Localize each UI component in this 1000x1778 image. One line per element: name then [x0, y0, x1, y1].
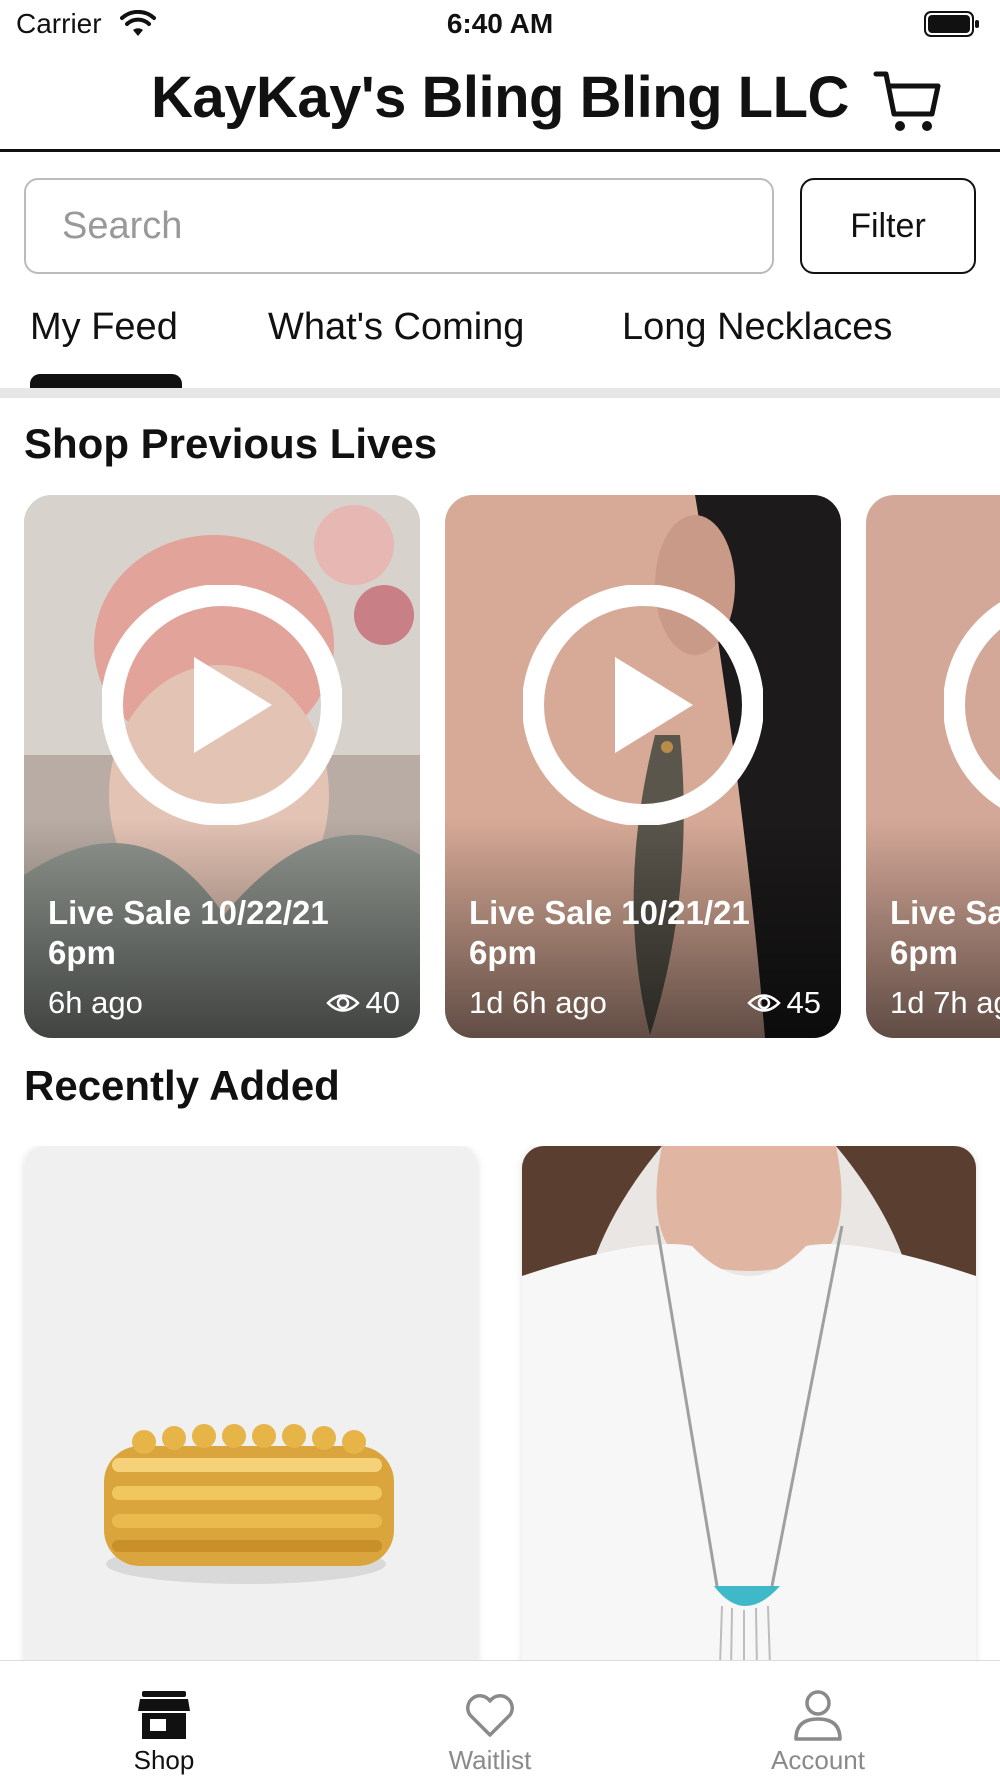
battery-icon	[924, 11, 979, 37]
live-views: 45	[746, 985, 821, 1021]
live-title: Live Sale 10/22/21 6pm	[48, 894, 329, 971]
live-card[interactable]: Live Sale 10/22/21 6pm 6h ago 40	[24, 495, 420, 1038]
status-time: 6:40 AM	[446, 8, 554, 39]
nav-label-shop: Shop	[133, 1745, 195, 1775]
play-icon[interactable]	[523, 585, 763, 825]
product-card[interactable]	[522, 1146, 976, 1660]
filter-button[interactable]: Filter	[800, 178, 976, 274]
nav-shop[interactable]: Shop	[64, 1661, 264, 1778]
cart-icon	[873, 71, 941, 131]
nav-waitlist[interactable]: Waitlist	[390, 1661, 590, 1778]
section-title-recent: Recently Added	[24, 1062, 340, 1109]
live-time-ago: 1d 7h ago	[890, 985, 1000, 1020]
product-card[interactable]	[24, 1146, 478, 1660]
section-title-lives: Shop Previous Lives	[24, 420, 438, 467]
play-icon[interactable]	[102, 585, 342, 825]
live-card[interactable]: Live Sale 10/20/21 6pm 1d 7h ago	[866, 495, 1000, 1038]
bottom-nav: Shop Waitlist Account	[0, 1660, 1000, 1778]
status-bar: Carrier 6:40 AM	[0, 0, 1000, 50]
gold-ring-image	[24, 1146, 478, 1660]
app-header: KayKay's Bling Bling LLC	[0, 52, 1000, 152]
store-icon	[138, 1691, 190, 1739]
nav-label-waitlist: Waitlist	[448, 1745, 532, 1775]
eye-icon	[325, 994, 360, 1012]
products-grid	[0, 1146, 1000, 1660]
live-time-ago: 6h ago	[48, 985, 143, 1020]
category-tabs: My Feed What's Coming Long Necklaces	[0, 296, 1000, 396]
live-views: 40	[325, 985, 400, 1021]
nav-account[interactable]: Account	[718, 1661, 918, 1778]
cart-button[interactable]	[872, 66, 942, 136]
live-card[interactable]: Live Sale 10/21/21 6pm 1d 6h ago 45	[445, 495, 841, 1038]
app-title: KayKay's Bling Bling LLC	[151, 65, 849, 130]
search-input[interactable]	[24, 178, 774, 274]
views-count: 45	[786, 985, 821, 1020]
person-icon	[794, 1690, 842, 1741]
lives-carousel[interactable]: Live Sale 10/22/21 6pm 6h ago 40 Live Sa…	[0, 495, 1000, 1040]
tab-my-feed[interactable]: My Feed	[30, 306, 178, 349]
tabs-divider	[0, 388, 1000, 398]
tab-long-necklaces[interactable]: Long Necklaces	[622, 306, 892, 349]
necklace-image	[522, 1146, 976, 1660]
eye-icon	[746, 994, 781, 1012]
play-icon[interactable]	[944, 585, 1000, 825]
live-title: Live Sale 10/21/21 6pm	[469, 894, 750, 971]
views-count: 40	[365, 985, 400, 1020]
tab-whats-coming[interactable]: What's Coming	[268, 306, 524, 349]
heart-icon	[466, 1694, 514, 1737]
live-time-ago: 1d 6h ago	[469, 985, 607, 1020]
live-title: Live Sale 10/20/21 6pm	[890, 894, 1000, 971]
nav-label-account: Account	[771, 1745, 865, 1775]
